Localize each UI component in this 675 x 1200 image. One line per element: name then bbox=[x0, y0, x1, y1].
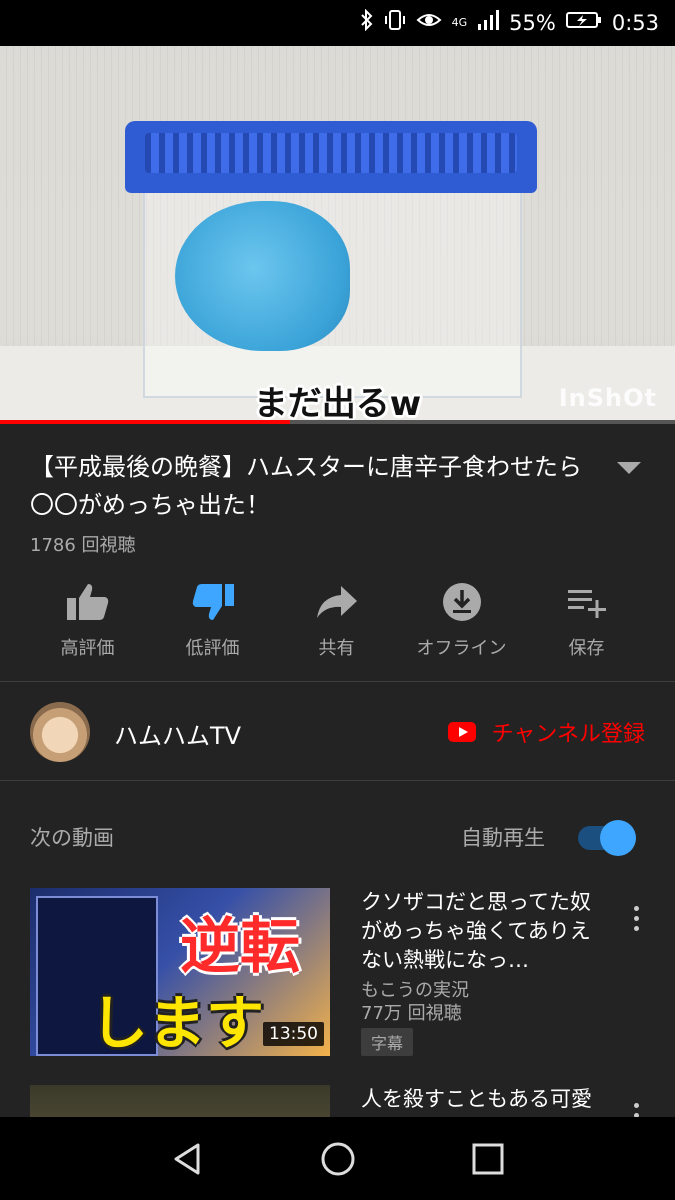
video-thumbnail[interactable] bbox=[30, 1085, 330, 1117]
video-duration: 13:50 bbox=[263, 1022, 324, 1046]
thumbs-down-icon bbox=[150, 578, 275, 626]
bluetooth-icon bbox=[360, 8, 374, 36]
captions-badge: 字幕 bbox=[361, 1028, 414, 1056]
video-item-title[interactable]: クソザコだと思ってた奴がめっちゃ強くてありえない熱戦になっ… bbox=[361, 888, 601, 975]
clock: 0:53 bbox=[611, 10, 659, 35]
up-next-heading: 次の動画 bbox=[30, 826, 114, 850]
video-item-title[interactable]: 人を殺すこともある可愛い動物10選 bbox=[361, 1085, 601, 1117]
channel-row[interactable]: ハムハムTV チャンネル登録 bbox=[0, 682, 675, 780]
share-icon bbox=[274, 578, 399, 626]
video-title: 【平成最後の晩餐】ハムスターに唐辛子食わせたら〇〇がめっちゃ出た！ bbox=[30, 453, 582, 519]
autoplay-toggle[interactable] bbox=[578, 820, 638, 856]
list-item[interactable]: 逆転 します 13:50 クソザコだと思ってた奴がめっちゃ強くてありえない熱戦に… bbox=[0, 888, 675, 1058]
download-icon bbox=[399, 578, 524, 626]
offline-label: オフライン bbox=[416, 638, 507, 659]
video-thumbnail[interactable]: 逆転 します 13:50 bbox=[30, 888, 330, 1056]
home-icon[interactable] bbox=[318, 1139, 358, 1179]
more-options-icon[interactable] bbox=[634, 906, 640, 936]
battery-percent: 55% bbox=[509, 10, 556, 35]
divider bbox=[0, 780, 675, 781]
more-options-icon[interactable] bbox=[634, 1103, 640, 1117]
offline-button[interactable]: オフライン bbox=[399, 578, 524, 660]
hamster-image bbox=[175, 201, 350, 351]
expand-description-icon[interactable] bbox=[617, 462, 641, 474]
back-icon[interactable] bbox=[168, 1139, 208, 1179]
dislike-button[interactable]: 低評価 bbox=[150, 578, 275, 660]
progress-bar-fill bbox=[0, 420, 291, 424]
network-type-text: 4G bbox=[451, 16, 468, 29]
vibrate-icon bbox=[384, 9, 406, 36]
progress-bar[interactable] bbox=[0, 420, 675, 424]
battery-charging-icon bbox=[565, 10, 602, 35]
channel-name[interactable]: ハムハムTV bbox=[114, 716, 241, 751]
action-bar: 高評価 低評価 共有 オフライン 保存 bbox=[0, 578, 675, 668]
toggle-knob bbox=[600, 820, 636, 856]
video-player[interactable]: まだ出るw InShOt bbox=[0, 46, 675, 422]
channel-avatar[interactable] bbox=[30, 702, 90, 762]
eye-comfort-icon bbox=[416, 10, 442, 35]
thumbs-up-icon bbox=[25, 578, 150, 626]
playlist-add-icon bbox=[524, 578, 649, 626]
thumbnail-text: 逆転 bbox=[180, 912, 300, 982]
watermark: InShOt bbox=[558, 384, 657, 412]
dislike-label: 低評価 bbox=[185, 638, 240, 659]
system-nav-bar bbox=[0, 1117, 675, 1200]
thumbnail-text: します bbox=[90, 989, 265, 1056]
status-bar: 4G 55% 0:53 bbox=[0, 0, 675, 46]
autoplay-label: 自動再生 bbox=[461, 826, 545, 850]
recents-icon[interactable] bbox=[468, 1139, 508, 1179]
list-item[interactable]: 人を殺すこともある可愛い動物10選 bbox=[0, 1085, 675, 1117]
share-button[interactable]: 共有 bbox=[274, 578, 399, 660]
save-label: 保存 bbox=[568, 638, 605, 659]
save-button[interactable]: 保存 bbox=[524, 578, 649, 660]
youtube-logo-icon bbox=[447, 722, 476, 742]
signal-icon bbox=[477, 9, 500, 36]
like-button[interactable]: 高評価 bbox=[25, 578, 150, 660]
video-item-views: 77万 回視聴 bbox=[361, 1003, 462, 1024]
subscribe-label: チャンネル登録 bbox=[491, 722, 645, 747]
share-label: 共有 bbox=[318, 638, 355, 659]
cage-lid-image bbox=[125, 121, 537, 193]
like-label: 高評価 bbox=[60, 638, 115, 659]
view-count: 1786 回視聴 bbox=[30, 535, 136, 556]
subscribe-button[interactable]: チャンネル登録 bbox=[447, 716, 645, 748]
